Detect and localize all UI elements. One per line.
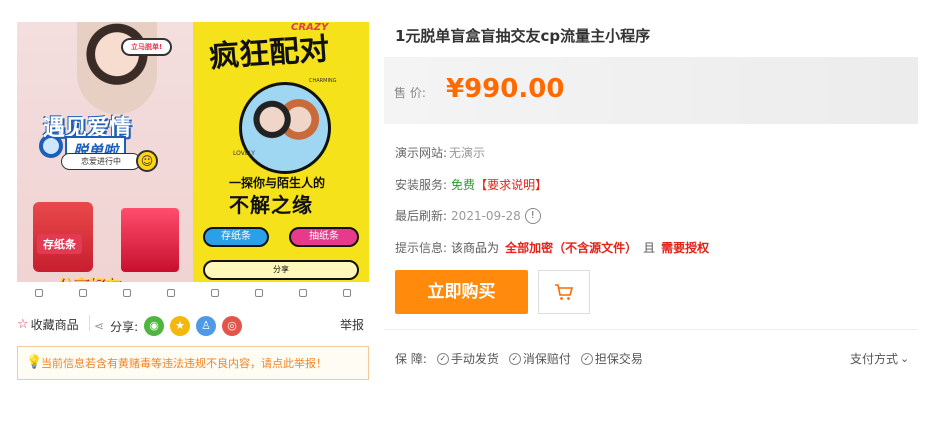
service-label: 安装服务: <box>395 178 448 192</box>
add-to-cart-button[interactable] <box>538 270 590 314</box>
app-tabbar <box>17 282 193 304</box>
chevron-down-icon: ⌄ <box>900 352 910 365</box>
tab-icon <box>299 289 307 297</box>
refresh-label: 最后刷新: <box>395 209 448 223</box>
couple-photo <box>239 82 331 174</box>
refresh-row: 最后刷新: 2021-09-28 ! <box>395 207 541 224</box>
share-bar: ⋖ 分享: ◉ ★ ♙ ◎ <box>94 316 243 336</box>
service-free: 免费 <box>451 178 476 192</box>
refresh-date: 2021-09-28 <box>451 208 521 223</box>
tab-icon <box>167 289 175 297</box>
guarantee-item: ✓ 消保赔付 <box>508 350 571 367</box>
smiley-icon: ☺ <box>136 150 158 172</box>
draw-note-button: 抽纸条 <box>289 227 359 247</box>
payment-methods-dropdown[interactable]: 支付方式 ⌄ <box>850 350 909 367</box>
screenshot-right: CRAZY 疯狂配对 CHARMING LOVELY 一探你与陌生人的 不解之缘… <box>193 22 369 304</box>
star-icon: ☆ <box>17 317 29 332</box>
buy-now-button[interactable]: 立即购买 <box>395 270 528 314</box>
product-title: 1元脱单盲盒盲抽交友cp流量主小程序 <box>395 27 651 45</box>
save-note-button: 存纸条 <box>203 227 269 247</box>
tab-icon <box>211 289 219 297</box>
crazy-match-title: 疯狂配对 <box>208 31 331 76</box>
hint-row: 提示信息: 该商品为 全部加密（不含源文件） 且 需要授权 <box>395 239 709 256</box>
guarantee-item-label: 担保交易 <box>594 352 643 366</box>
lightbulb-icon: 💡 <box>26 355 43 370</box>
qq-share-icon[interactable]: ♙ <box>196 316 217 336</box>
price-panel: 售 价: ¥990.00 <box>384 57 918 124</box>
hint-prefix: 该商品为 <box>451 241 500 255</box>
guarantee-row: 保 障: ✓ 手动发货 ✓ 消保赔付 ✓ 担保交易 <box>395 350 643 367</box>
service-row: 安装服务: 免费 【要求说明】 <box>395 176 547 193</box>
escape-badge: 立马脱单! <box>121 38 173 56</box>
guarantee-item: ✓ 担保交易 <box>580 350 643 367</box>
report-link[interactable]: 举报 <box>340 316 364 333</box>
product-image[interactable]: 立马脱单! 遇见爱情 脱单啦 恋爱进行中 ☺ 存纸条 分享好友 CRAZY 疯狂… <box>17 22 369 304</box>
guarantee-item-label: 消保赔付 <box>522 352 571 366</box>
notice-text: 当前信息若含有黄赌毒等违法违规不良内容，请点此举报！ <box>41 357 327 370</box>
demo-value: 无演示 <box>449 146 486 160</box>
slogan-line-2: 不解之缘 <box>229 193 313 217</box>
share-label: 分享: <box>110 319 139 334</box>
check-icon: ✓ <box>580 352 593 365</box>
guarantee-label: 保 障: <box>395 352 427 366</box>
tab-icon <box>35 289 43 297</box>
tab-icon <box>255 289 263 297</box>
price-value: ¥990.00 <box>446 74 565 104</box>
wechat-share-icon[interactable]: ◉ <box>144 316 165 336</box>
weibo-share-icon[interactable]: ◎ <box>222 316 243 336</box>
check-icon: ✓ <box>436 352 449 365</box>
share-button: 分享 <box>203 260 359 280</box>
info-icon[interactable]: ! <box>524 207 541 224</box>
tab-icon <box>123 289 131 297</box>
hint-label: 提示信息: <box>395 241 448 255</box>
collect-label: 收藏商品 <box>30 318 79 332</box>
save-note-button: 存纸条 <box>37 234 82 254</box>
guarantee-item-label: 手动发货 <box>450 352 499 366</box>
guarantee-item: ✓ 手动发货 <box>436 350 499 367</box>
girl-photo <box>77 22 157 114</box>
gift-box-icon <box>121 208 179 272</box>
lovely-text: LOVELY <box>233 150 255 157</box>
share-icon: ⋖ <box>94 319 105 333</box>
report-notice[interactable]: 💡 当前信息若含有黄赌毒等违法违规不良内容，请点此举报！ <box>17 346 369 380</box>
qzone-share-icon[interactable]: ★ <box>170 316 191 336</box>
demo-row: 演示网站: 无演示 <box>395 144 485 161</box>
service-requirements-link[interactable]: 【要求说明】 <box>475 176 547 193</box>
price-label: 售 价: <box>394 86 426 100</box>
tab-icon <box>79 289 87 297</box>
hint-encrypt: 全部加密（不含源文件） <box>505 241 638 255</box>
demo-label: 演示网站: <box>395 146 448 160</box>
cart-icon <box>555 284 574 300</box>
collect-button[interactable]: ☆ 收藏商品 <box>17 316 79 333</box>
app-tabbar <box>193 282 369 304</box>
payment-methods-label: 支付方式 <box>850 352 899 366</box>
hint-and: 且 <box>643 241 656 255</box>
tab-icon <box>343 289 351 297</box>
hint-auth: 需要授权 <box>661 241 710 255</box>
divider <box>89 315 90 331</box>
love-tag: 恋爱进行中 <box>61 153 141 170</box>
screenshot-left: 立马脱单! 遇见爱情 脱单啦 恋爱进行中 ☺ 存纸条 分享好友 <box>17 22 193 304</box>
check-icon: ✓ <box>508 352 521 365</box>
charming-text: CHARMING <box>309 78 337 84</box>
divider <box>384 329 918 330</box>
